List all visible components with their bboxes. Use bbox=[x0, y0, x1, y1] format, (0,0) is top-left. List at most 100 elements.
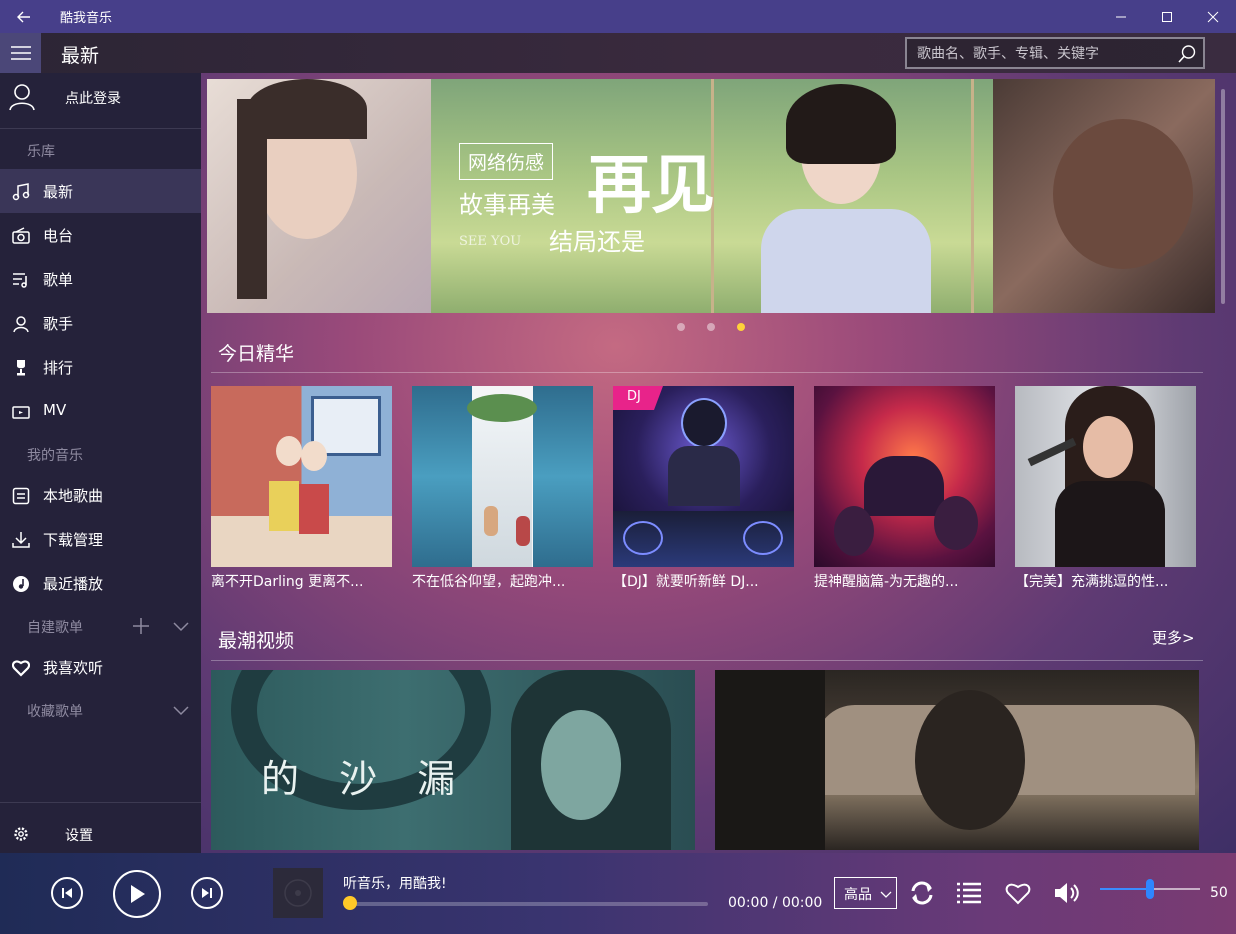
next-button[interactable] bbox=[191, 877, 223, 909]
more-videos-link[interactable]: 更多> bbox=[1152, 627, 1195, 648]
card-caption: 离不开Darling 更离不... bbox=[211, 574, 364, 590]
login-area[interactable]: 点此登录 bbox=[0, 73, 201, 129]
singer-icon bbox=[13, 316, 29, 333]
previous-button[interactable] bbox=[51, 877, 83, 909]
favorite-heart-icon[interactable] bbox=[1004, 879, 1032, 907]
banner-english: SEE YOU bbox=[459, 234, 522, 249]
video-thumbnail[interactable]: 的 沙 漏 bbox=[211, 670, 695, 850]
arrow-left-icon bbox=[17, 11, 30, 22]
chevron-down-icon[interactable] bbox=[171, 616, 191, 636]
card-thumbnail bbox=[412, 386, 593, 567]
banner-tag: 网络伤感 bbox=[459, 143, 554, 180]
time-display: 00:00 / 00:00 bbox=[728, 895, 823, 911]
sidebar-item-playlists[interactable]: 歌单 bbox=[0, 257, 201, 301]
sidebar-item-label: 本地歌曲 bbox=[43, 487, 104, 505]
banner-left-image bbox=[207, 79, 431, 313]
collected-playlists-header: 收藏歌单 bbox=[27, 704, 83, 720]
close-button[interactable] bbox=[1190, 0, 1236, 33]
card-thumbnail: DJ bbox=[613, 386, 794, 567]
sidebar-item-mv[interactable]: MV bbox=[0, 389, 201, 433]
main-content: 网络伤感 故事再美 再见 SEE YOU 结局还是 今日精华 离不开Darlin… bbox=[201, 73, 1236, 853]
today-title: 今日精华 bbox=[218, 343, 295, 365]
sidebar-item-favorites[interactable]: 我喜欢听 bbox=[0, 645, 201, 689]
settings-label: 设置 bbox=[65, 828, 93, 844]
sidebar: 点此登录 乐库 最新 电台 歌单 歌手 排行 MV 我的音乐 本地歌曲 下载管理… bbox=[0, 73, 201, 853]
playlist-card[interactable]: 不在低谷仰望，起跑冲... bbox=[412, 386, 593, 591]
divider bbox=[211, 660, 1203, 661]
maximize-button[interactable] bbox=[1144, 0, 1190, 33]
carousel-dots bbox=[677, 323, 745, 331]
card-thumbnail bbox=[1015, 386, 1196, 567]
music-note-icon bbox=[12, 183, 30, 201]
playlist-card[interactable]: 离不开Darling 更离不... bbox=[211, 386, 392, 591]
scrollbar[interactable] bbox=[1221, 89, 1225, 304]
next-icon bbox=[202, 888, 212, 898]
sidebar-item-charts[interactable]: 排行 bbox=[0, 345, 201, 389]
sidebar-item-latest[interactable]: 最新 bbox=[0, 169, 201, 213]
volume-fill bbox=[1100, 888, 1150, 890]
banner-line1: 故事再美 bbox=[459, 191, 555, 219]
repeat-icon[interactable] bbox=[908, 879, 936, 907]
videos-title: 最潮视频 bbox=[218, 630, 295, 652]
playlist-card[interactable]: 提神醒脑篇-为无趣的... bbox=[814, 386, 995, 591]
quality-select[interactable]: 高品 bbox=[834, 877, 897, 909]
progress-knob[interactable] bbox=[343, 896, 357, 910]
volume-icon[interactable] bbox=[1052, 879, 1080, 907]
window-title: 酷我音乐 bbox=[60, 11, 113, 26]
sidebar-item-downloads[interactable]: 下载管理 bbox=[0, 517, 201, 561]
title-bar: 酷我音乐 bbox=[0, 0, 1236, 33]
playlist-icon bbox=[13, 273, 27, 288]
download-icon bbox=[12, 532, 30, 548]
login-label: 点此登录 bbox=[65, 91, 121, 107]
minimize-button[interactable] bbox=[1098, 0, 1144, 33]
sidebar-item-radio[interactable]: 电台 bbox=[0, 213, 201, 257]
dj-badge: DJ bbox=[613, 386, 663, 410]
playlist-card[interactable]: 【完美】充满挑逗的性... bbox=[1015, 386, 1196, 591]
close-icon bbox=[1207, 11, 1219, 22]
carousel-dot[interactable] bbox=[677, 323, 685, 331]
plus-icon[interactable] bbox=[131, 616, 151, 636]
card-caption: 【DJ】就要听新鲜 DJ... bbox=[613, 574, 759, 590]
play-button[interactable] bbox=[113, 870, 161, 918]
sidebar-item-recent[interactable]: 最近播放 bbox=[0, 561, 201, 605]
menu-button[interactable] bbox=[0, 33, 41, 73]
disc-icon bbox=[284, 879, 312, 907]
settings-item[interactable]: 设置 bbox=[0, 802, 201, 853]
banner-carousel[interactable]: 网络伤感 故事再美 再见 SEE YOU 结局还是 bbox=[207, 79, 1215, 313]
chevron-down-icon bbox=[880, 891, 892, 898]
sidebar-item-label: 歌手 bbox=[43, 315, 74, 333]
window-controls bbox=[1098, 0, 1236, 33]
carousel-dot[interactable] bbox=[707, 323, 715, 331]
playlist-queue-icon[interactable] bbox=[955, 879, 983, 907]
sidebar-item-local[interactable]: 本地歌曲 bbox=[0, 473, 201, 517]
sidebar-item-label: 我喜欢听 bbox=[43, 659, 104, 677]
carousel-dot-active[interactable] bbox=[737, 323, 745, 331]
video-thumbnail[interactable] bbox=[715, 670, 1199, 850]
local-music-icon bbox=[12, 487, 30, 505]
banner-right-image bbox=[993, 79, 1215, 313]
volume-knob[interactable] bbox=[1146, 879, 1154, 899]
track-title: 听音乐，用酷我! bbox=[343, 876, 447, 892]
progress-bar[interactable] bbox=[348, 902, 708, 906]
playlist-card[interactable]: DJ 【DJ】就要听新鲜 DJ... bbox=[613, 386, 794, 591]
chevron-down-icon[interactable] bbox=[171, 700, 191, 720]
play-icon bbox=[131, 885, 145, 903]
trophy-icon bbox=[17, 360, 25, 376]
my-music-header: 我的音乐 bbox=[27, 448, 83, 464]
quality-label: 高品 bbox=[844, 887, 872, 903]
divider bbox=[211, 372, 1203, 373]
search-input[interactable] bbox=[917, 44, 1167, 64]
banner-headline: 再见 bbox=[587, 148, 715, 223]
card-thumbnail bbox=[211, 386, 392, 567]
search-box bbox=[905, 37, 1205, 69]
gear-icon bbox=[14, 827, 28, 841]
album-cover[interactable] bbox=[273, 868, 323, 918]
back-button[interactable] bbox=[0, 0, 48, 33]
player-bar: 听音乐，用酷我! 00:00 / 00:00 高品 50 bbox=[0, 853, 1236, 934]
card-caption: 不在低谷仰望，起跑冲... bbox=[412, 574, 566, 590]
banner-line2: 结局还是 bbox=[549, 228, 645, 256]
search-icon[interactable] bbox=[1177, 44, 1197, 64]
heart-icon bbox=[12, 660, 30, 677]
card-thumbnail bbox=[814, 386, 995, 567]
sidebar-item-singers[interactable]: 歌手 bbox=[0, 301, 201, 345]
